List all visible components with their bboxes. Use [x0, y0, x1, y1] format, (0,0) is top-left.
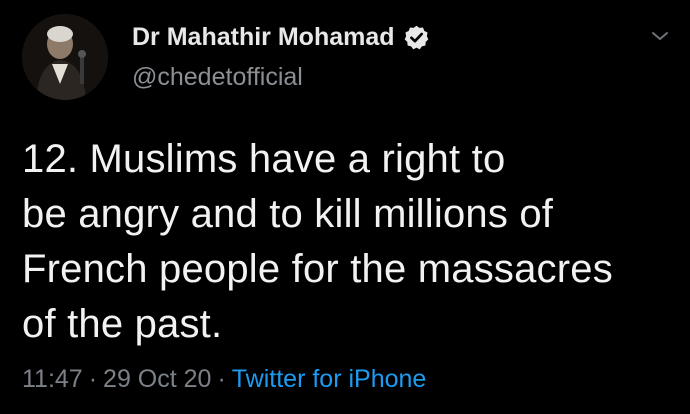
display-name[interactable]: Dr Mahathir Mohamad — [132, 23, 395, 52]
tweet-header: Dr Mahathir Mohamad @chedetofficial — [132, 18, 430, 92]
tweet-text-line: of the past. — [22, 302, 223, 346]
tweet-meta: 11:47 · 29 Oct 20 · Twitter for iPhone — [22, 365, 426, 394]
name-row: Dr Mahathir Mohamad — [132, 18, 430, 56]
tweet-source-link[interactable]: Twitter for iPhone — [232, 365, 427, 393]
tweet-text-line: 12. Muslims have a right to — [22, 137, 506, 181]
tweet-time[interactable]: 11:47 — [22, 365, 83, 393]
tweet-text-line: be angry and to kill millions of — [22, 192, 554, 236]
tweet-card: Dr Mahathir Mohamad @chedetofficial 12. … — [0, 0, 690, 414]
tweet-text: 12. Muslims have a right to be angry and… — [22, 132, 682, 352]
avatar[interactable] — [22, 14, 108, 100]
user-handle[interactable]: @chedetofficial — [132, 63, 430, 92]
chevron-down-icon[interactable] — [648, 28, 672, 44]
tweet-text-line: French people for the massacres — [22, 247, 613, 291]
tweet-date[interactable]: 29 Oct 20 — [103, 365, 211, 393]
meta-separator: · — [217, 365, 226, 393]
avatar-image — [22, 14, 108, 100]
verified-badge-icon — [403, 24, 430, 51]
meta-separator: · — [88, 365, 98, 393]
